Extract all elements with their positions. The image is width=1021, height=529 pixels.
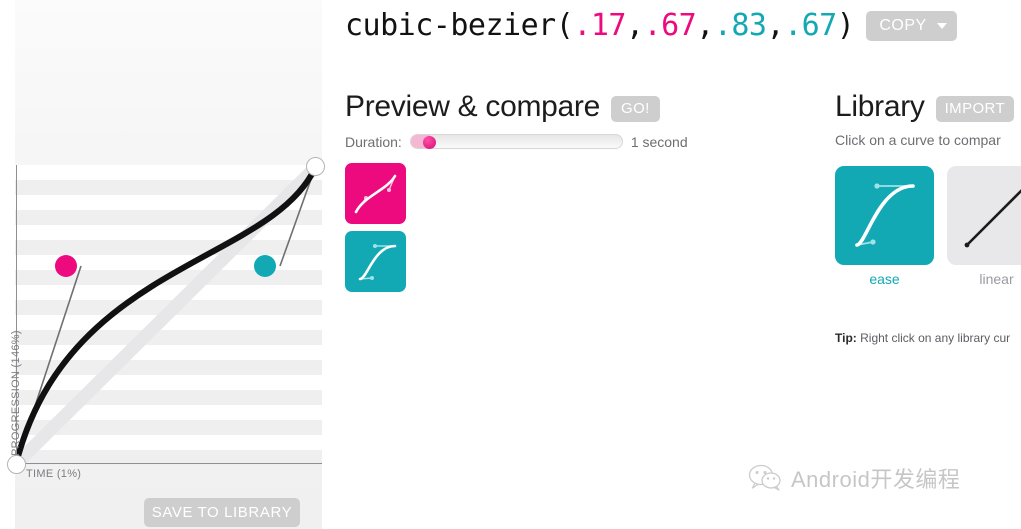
y-axis-label: PROGRESSION (146%): [10, 330, 22, 456]
bezier-expression-text[interactable]: cubic-bezier(.17,.67,.83,.67): [345, 8, 855, 43]
preview-title: Preview & compare: [345, 90, 600, 123]
curve-endpoint-end[interactable]: [306, 157, 325, 176]
watermark: Android开发编程: [748, 462, 960, 494]
expression-prefix: cubic-bezier(: [345, 8, 574, 43]
x-axis-line: [16, 463, 322, 464]
duration-row: Duration: 1 second: [345, 134, 815, 150]
library-title: Library: [835, 90, 925, 123]
expression-p1x[interactable]: .17: [573, 8, 626, 43]
ease-curve-icon: [855, 182, 915, 247]
expression-sep-3: ,: [766, 8, 785, 43]
preview-header: Preview & compare GO!: [345, 90, 815, 125]
import-button[interactable]: IMPORT: [935, 95, 1015, 122]
expression-sep-2: ,: [696, 8, 714, 43]
library-tip: Tip: Right click on any library cur: [835, 331, 1010, 345]
copy-button[interactable]: COPY: [866, 10, 957, 41]
control-handle-p1[interactable]: [55, 255, 77, 277]
library-grid: ease linear: [835, 165, 1021, 287]
control-handle-p2[interactable]: [254, 255, 276, 277]
library-tip-text: Right click on any library cur: [856, 331, 1011, 345]
watermark-text: Android开发编程: [791, 467, 961, 492]
library-section: Library IMPORT Click on a curve to compa…: [835, 90, 1021, 287]
curve-svg: [15, 165, 322, 465]
linear-reference-line: [15, 165, 322, 465]
preview-swatch-current[interactable]: [345, 162, 406, 224]
save-to-library-button[interactable]: SAVE TO LIBRARY: [144, 498, 300, 527]
expression-p2x[interactable]: .83: [714, 8, 767, 43]
library-item-ease[interactable]: ease: [835, 165, 934, 287]
preview-swatches: [345, 162, 815, 292]
library-tip-prefix: Tip:: [835, 331, 857, 345]
duration-slider[interactable]: [409, 134, 623, 149]
library-subtitle: Click on a curve to compar: [835, 131, 1001, 148]
chevron-down-icon: [936, 22, 947, 29]
duration-slider-thumb[interactable]: [422, 136, 436, 149]
duration-value: 1 second: [630, 133, 688, 150]
library-thumb-linear[interactable]: [947, 165, 1021, 265]
linear-curve-icon: [964, 188, 1021, 247]
library-label-linear: linear: [979, 270, 1014, 287]
library-item-linear[interactable]: linear: [947, 165, 1021, 287]
expression-p2y[interactable]: .67: [784, 8, 837, 43]
duration-label: Duration:: [345, 133, 402, 150]
preview-swatch-compare[interactable]: [345, 230, 406, 292]
x-axis-label: TIME (1%): [26, 468, 82, 480]
expression-suffix: ): [836, 8, 855, 43]
library-thumb-ease[interactable]: [835, 165, 934, 265]
curve-endpoint-start[interactable]: [7, 455, 26, 474]
library-label-ease: ease: [869, 270, 900, 287]
curve-canvas[interactable]: [15, 165, 322, 465]
preview-compare-section: Preview & compare GO! Duration: 1 second: [345, 90, 815, 299]
swatch-current-curve-icon: [354, 174, 397, 213]
copy-button-label: COPY: [879, 16, 927, 34]
library-header: Library IMPORT: [835, 90, 1021, 125]
expression-sep-1: ,: [626, 8, 644, 43]
go-button[interactable]: GO!: [611, 95, 660, 122]
bezier-editor-app: PROGRESSION (146%) TIME (1%) SAVE TO LIB…: [0, 0, 1021, 529]
wechat-icon: [748, 464, 781, 491]
expression-p1y[interactable]: .67: [644, 8, 697, 43]
swatch-compare-curve-icon: [358, 243, 397, 280]
expression-header: cubic-bezier(.17,.67,.83,.67) COPY: [345, 8, 957, 43]
